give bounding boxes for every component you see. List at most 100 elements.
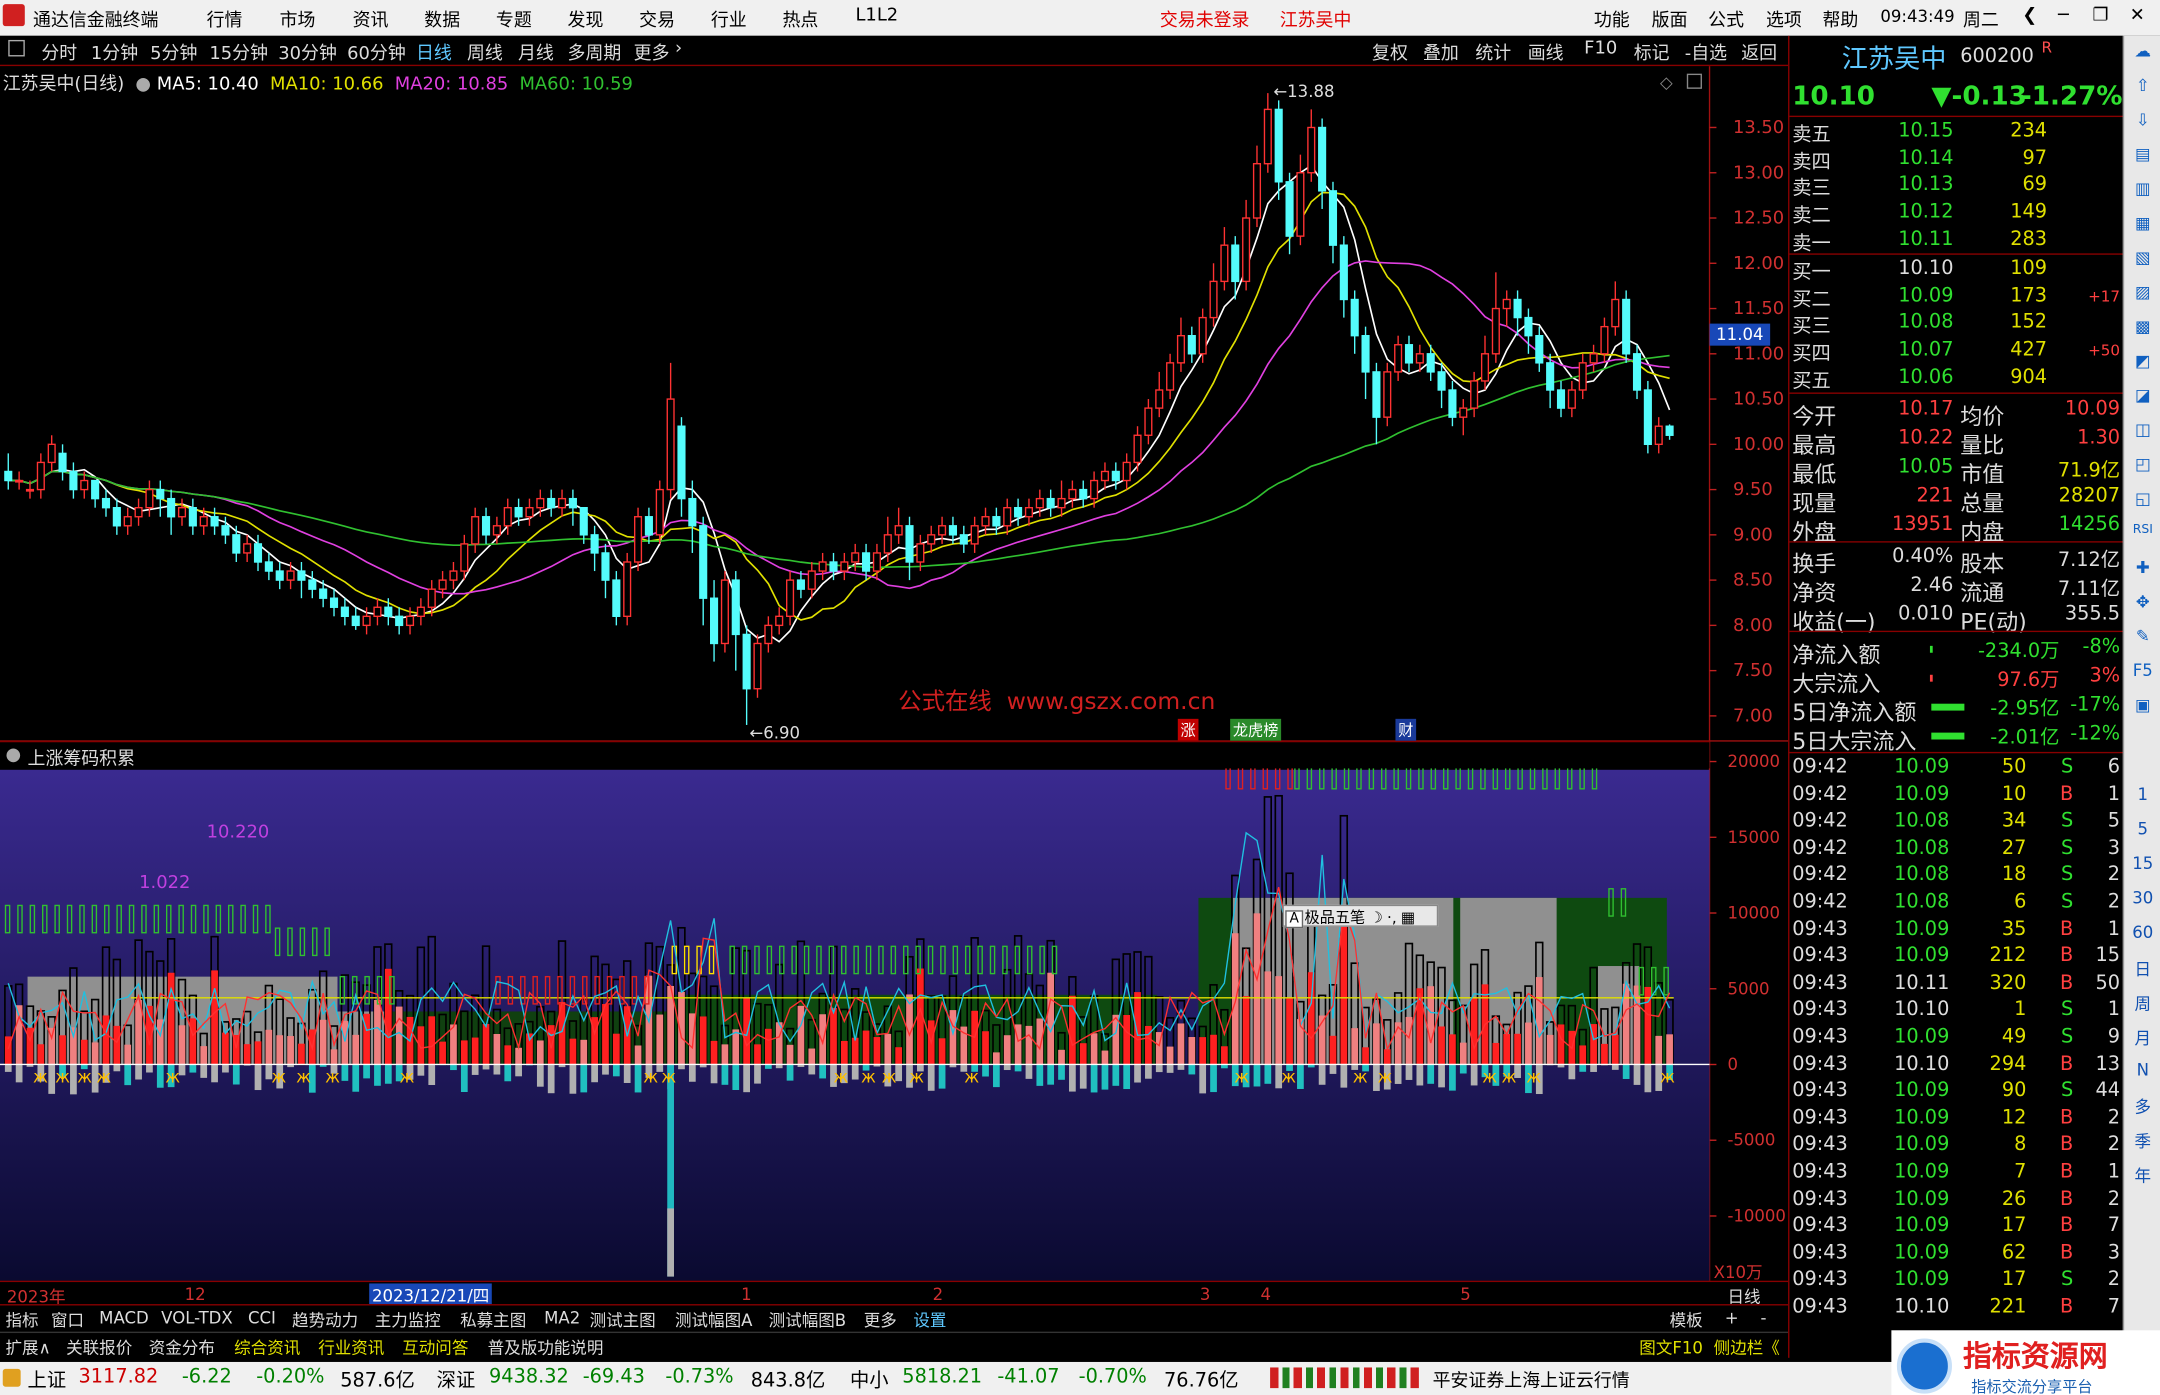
toolbar-btn[interactable]: 复权 (1372, 39, 1408, 65)
tab[interactable]: 测试幅图B (769, 1308, 846, 1331)
sidebar-tool-icon[interactable]: ◪ (2130, 386, 2156, 405)
settings-dot-icon[interactable]: ● (135, 74, 151, 95)
menu-item[interactable]: 帮助 (1822, 6, 1858, 32)
info-tab[interactable]: 关联报价 (66, 1336, 132, 1359)
tab[interactable]: 私募主图 (460, 1308, 526, 1331)
menu-item[interactable]: 行情 (207, 6, 243, 32)
index-name[interactable]: 中小 (850, 1366, 889, 1394)
period-tab[interactable]: 多周期 (568, 39, 622, 65)
more-periods[interactable]: 更多 (634, 39, 670, 65)
kline-chart[interactable]: 13.5013.0012.5012.0011.5011.0010.5010.00… (0, 66, 1788, 1305)
tab[interactable]: 测试主图 (590, 1308, 656, 1331)
sidebar-period-icon[interactable]: 1 (2130, 785, 2156, 804)
period-tab[interactable]: 分时 (41, 39, 77, 65)
tab-settings[interactable]: 设置 (913, 1308, 946, 1331)
menu-item[interactable]: 数据 (424, 6, 460, 32)
info-tab[interactable]: 综合资讯 (234, 1336, 300, 1359)
marker-zhang[interactable]: 涨 (1178, 719, 1199, 741)
moon-icon[interactable]: ☽ (1369, 909, 1383, 927)
keyboard-icon[interactable]: ▦ (1401, 909, 1415, 927)
sidebar-period-icon[interactable]: N (2130, 1060, 2156, 1079)
period-tab[interactable]: 30分钟 (278, 39, 337, 65)
sidebar-period-icon[interactable]: 60 (2130, 923, 2156, 942)
ime-mode-icon[interactable]: A (1285, 910, 1303, 928)
add-btn[interactable]: + (1725, 1308, 1739, 1327)
sidebar-tool-icon[interactable]: RSI (2130, 523, 2156, 537)
f10-tab[interactable]: 图文F10 (1639, 1336, 1703, 1359)
period-tab[interactable]: 60分钟 (347, 39, 406, 65)
tab[interactable]: CCI (248, 1308, 276, 1327)
login-status[interactable]: 交易未登录 (1160, 6, 1250, 32)
menu-item[interactable]: 发现 (568, 6, 604, 32)
chevron-right-icon[interactable]: › (675, 39, 682, 60)
remove-btn[interactable]: - (1761, 1308, 1767, 1327)
sidebar-tool-icon[interactable]: ▦ (2130, 213, 2156, 232)
menu-item[interactable]: 功能 (1594, 6, 1630, 32)
tab[interactable]: VOL-TDX (161, 1308, 233, 1327)
sidebar-tool-icon[interactable]: ▤ (2130, 145, 2156, 164)
sidebar-period-icon[interactable]: 周 (2130, 992, 2156, 1015)
sidebar-tool-icon[interactable]: ▧ (2130, 248, 2156, 267)
toolbar-btn[interactable]: F10 (1584, 39, 1617, 60)
sidebar-tool-icon[interactable]: ◱ (2130, 489, 2156, 508)
tab[interactable]: 窗口 (51, 1308, 84, 1331)
sidebar-tool-icon[interactable]: ◩ (2130, 351, 2156, 370)
menu-item[interactable]: 选项 (1766, 6, 1802, 32)
sidebar-tool-icon[interactable]: ▩ (2130, 317, 2156, 336)
tab[interactable]: 测试幅图A (675, 1308, 752, 1331)
marker-lhb[interactable]: 龙虎榜 (1230, 719, 1281, 741)
sidebar-tool-icon[interactable]: ⇧ (2130, 76, 2156, 95)
sidebar-tab[interactable]: 侧边栏《 (1714, 1336, 1780, 1359)
sidebar-period-icon[interactable]: 日 (2130, 957, 2156, 980)
toolbar-btn[interactable]: -自选 (1685, 39, 1727, 65)
sidebar-period-icon[interactable]: 月 (2130, 1026, 2156, 1049)
index-name[interactable]: 上证 (28, 1366, 67, 1394)
toolbar-btn[interactable]: 统计 (1475, 39, 1511, 65)
tab[interactable]: MA2 (544, 1308, 580, 1327)
sidebar-tool-icon[interactable]: ⇩ (2130, 110, 2156, 129)
collapse-icon[interactable]: ● (6, 745, 22, 766)
sidebar-tool-icon[interactable]: F5 (2130, 661, 2156, 680)
menu-item[interactable]: 交易 (639, 6, 675, 32)
sidebar-tool-icon[interactable]: ✥ (2130, 592, 2156, 611)
back-icon[interactable]: ❮ (2022, 6, 2037, 27)
marker-cai[interactable]: 财 (1395, 719, 1416, 741)
info-tab[interactable]: 互动问答 (402, 1336, 468, 1359)
period-tab[interactable]: 5分钟 (150, 39, 197, 65)
panel-toggle-icon[interactable] (8, 40, 25, 57)
period-tab[interactable]: 月线 (518, 39, 554, 65)
toolbar-btn[interactable]: 叠加 (1423, 39, 1459, 65)
period-tab[interactable]: 15分钟 (209, 39, 268, 65)
sidebar-tool-icon[interactable]: ▨ (2130, 282, 2156, 301)
expand-tab[interactable]: 扩展∧ (6, 1336, 51, 1359)
toolbar-btn[interactable]: 返回 (1741, 39, 1777, 65)
menu-item[interactable]: 资讯 (353, 6, 389, 32)
sidebar-tool-icon[interactable]: ✚ (2130, 558, 2156, 577)
sidebar-period-icon[interactable]: 30 (2130, 888, 2156, 907)
menu-item[interactable]: 行业 (711, 6, 747, 32)
sidebar-tool-icon[interactable]: ▣ (2130, 695, 2156, 714)
minimize-icon[interactable]: ─ (2058, 6, 2069, 27)
menu-item[interactable]: 热点 (782, 6, 818, 32)
template-btn[interactable]: 模板 (1670, 1308, 1703, 1331)
tab[interactable]: 更多 (864, 1308, 897, 1331)
sidebar-period-icon[interactable]: 多 (2130, 1095, 2156, 1118)
sidebar-period-icon[interactable]: 季 (2130, 1129, 2156, 1152)
sidebar-tool-icon[interactable]: ◰ (2130, 454, 2156, 473)
toolbar-btn[interactable]: 画线 (1528, 39, 1564, 65)
close-icon[interactable]: ✕ (2130, 6, 2145, 27)
sidebar-period-icon[interactable]: 5 (2130, 819, 2156, 838)
menu-item[interactable]: 公式 (1708, 6, 1744, 32)
info-tab[interactable]: 普及版功能说明 (488, 1336, 604, 1359)
info-tab[interactable]: 资金分布 (149, 1336, 215, 1359)
toolbar-btn[interactable]: 标记 (1634, 39, 1670, 65)
menu-item[interactable]: L1L2 (855, 6, 898, 27)
tab[interactable]: 趋势动力 (292, 1308, 358, 1331)
sidebar-tool-icon[interactable]: ☁ (2130, 41, 2156, 60)
sidebar-period-icon[interactable]: 15 (2130, 854, 2156, 873)
tab[interactable]: 指标 (6, 1308, 39, 1331)
ime-toolbar[interactable]: A极品五笔☽·,▦ (1282, 905, 1438, 927)
tab[interactable]: 主力监控 (375, 1308, 441, 1331)
sidebar-period-icon[interactable]: 年 (2130, 1164, 2156, 1187)
period-tab-active[interactable]: 日线 (416, 39, 452, 65)
